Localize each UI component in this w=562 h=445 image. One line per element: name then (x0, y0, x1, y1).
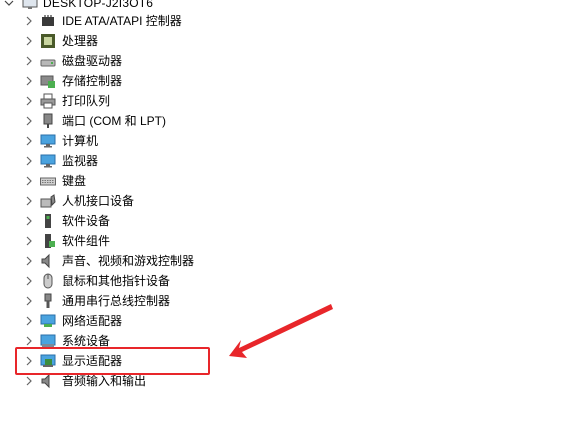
keyboard-icon (40, 177, 56, 186)
tree-item-label: 软件组件 (62, 234, 111, 248)
computer-name: DESKTOP-J2I3OT6 (43, 0, 154, 10)
tree-item-label: 打印队列 (62, 94, 111, 108)
printer-icon (40, 93, 56, 109)
chevron-right-icon[interactable] (22, 14, 36, 28)
speaker-icon (41, 253, 50, 269)
tree-item-label: 软件设备 (62, 214, 111, 228)
mouse-icon (43, 273, 53, 289)
chevron-right-icon[interactable] (22, 54, 36, 68)
chevron-right-icon[interactable] (22, 174, 36, 188)
chevron-down-icon[interactable] (2, 0, 16, 10)
tree-item-label: 磁盘驱动器 (62, 54, 123, 68)
chevron-right-icon[interactable] (22, 194, 36, 208)
speaker-icon (41, 373, 50, 389)
tree-item-label: 音频输入和输出 (62, 374, 147, 388)
storage-controller-icon (40, 75, 55, 88)
monitor-icon (40, 134, 56, 148)
tree-item-label: 网络适配器 (62, 314, 123, 328)
tree-item-hid[interactable]: 人机接口设备 (0, 191, 560, 211)
chevron-right-icon[interactable] (22, 274, 36, 288)
usb-icon (44, 293, 52, 308)
tree-item-label: 人机接口设备 (62, 194, 135, 208)
tree-item-label: 鼠标和其他指针设备 (62, 274, 171, 288)
port-icon (43, 113, 53, 128)
tree-item-label: 显示适配器 (62, 354, 123, 368)
annotation-arrow-icon (229, 304, 333, 358)
chevron-right-icon[interactable] (22, 334, 36, 348)
tree-item-ide-controller[interactable]: IDE ATA/ATAPI 控制器 (0, 11, 560, 31)
tree-item-label: 通用串行总线控制器 (62, 294, 171, 308)
tree-item-label: 系统设备 (62, 334, 111, 348)
tree-item-processor[interactable]: 处理器 (0, 31, 560, 51)
display-adapter-icon (40, 354, 56, 367)
tree-item-software-component[interactable]: 软件组件 (0, 231, 560, 251)
tree-item-label: 端口 (COM 和 LPT) (62, 114, 166, 128)
chevron-right-icon[interactable] (22, 34, 36, 48)
tree-item-label: 监视器 (62, 154, 99, 168)
chevron-right-icon[interactable] (22, 354, 36, 368)
tree-item-audio-io[interactable]: 音频输入和输出 (0, 371, 560, 391)
chevron-right-icon[interactable] (22, 74, 36, 88)
network-adapter-icon (40, 314, 56, 327)
tree-item-port[interactable]: 端口 (COM 和 LPT) (0, 111, 560, 131)
tree-item-software-device[interactable]: 软件设备 (0, 211, 560, 231)
tree-item-keyboard[interactable]: 键盘 (0, 171, 560, 191)
software-device-icon (45, 214, 51, 228)
chevron-right-icon[interactable] (22, 214, 36, 228)
tree-item-storage-controller[interactable]: 存储控制器 (0, 71, 560, 91)
tree-item-computer[interactable]: 计算机 (0, 131, 560, 151)
tree-item-disk-drive[interactable]: 磁盘驱动器 (0, 51, 560, 71)
tree-item-print-queue[interactable]: 打印队列 (0, 91, 560, 111)
tree-item-label: 计算机 (62, 134, 99, 148)
tree-item-monitor[interactable]: 监视器 (0, 151, 560, 171)
chevron-right-icon[interactable] (22, 114, 36, 128)
tree-item-label: IDE ATA/ATAPI 控制器 (62, 14, 182, 28)
chevron-right-icon[interactable] (22, 134, 36, 148)
tree-item-sound-video-game[interactable]: 声音、视频和游戏控制器 (0, 251, 560, 271)
chevron-right-icon[interactable] (22, 374, 36, 388)
tree-item-label: 存储控制器 (62, 74, 123, 88)
monitor-icon (40, 154, 56, 168)
chevron-right-icon[interactable] (22, 94, 36, 108)
ide-controller-icon (42, 15, 54, 26)
chevron-right-icon[interactable] (22, 314, 36, 328)
processor-icon (41, 34, 55, 48)
tree-item-label: 处理器 (62, 34, 99, 48)
hid-icon (40, 194, 56, 208)
chevron-right-icon[interactable] (22, 294, 36, 308)
software-component-icon (45, 234, 55, 248)
disk-drive-icon (40, 59, 56, 67)
system-device-icon (40, 334, 56, 347)
chevron-right-icon[interactable] (22, 254, 36, 268)
chevron-right-icon[interactable] (22, 154, 36, 168)
computer-icon (22, 0, 38, 9)
tree-item-mouse[interactable]: 鼠标和其他指针设备 (0, 271, 560, 291)
chevron-right-icon[interactable] (22, 234, 36, 248)
tree-item-label: 声音、视频和游戏控制器 (62, 254, 195, 268)
tree-item-label: 键盘 (62, 174, 87, 188)
